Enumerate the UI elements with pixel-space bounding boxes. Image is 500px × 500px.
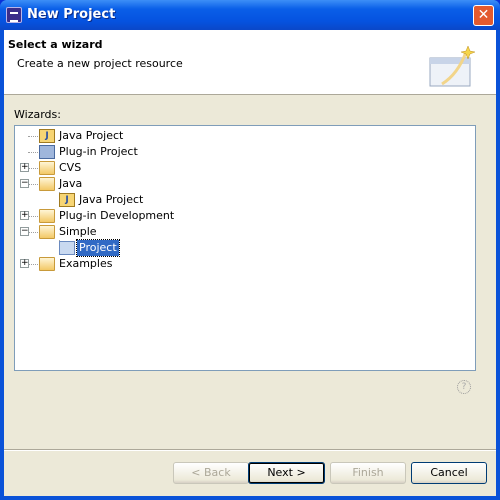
tree-item[interactable]: + CVS <box>15 160 475 176</box>
tree-item[interactable]: Plug-in Project <box>15 144 475 160</box>
tree-connector <box>28 232 38 233</box>
separator <box>4 449 496 451</box>
tree-item-label: CVS <box>59 161 82 174</box>
collapse-icon[interactable]: − <box>20 179 29 188</box>
simple-project-icon <box>59 241 75 255</box>
banner-description: Create a new project resource <box>17 57 183 70</box>
cancel-button[interactable]: Cancel <box>411 462 487 484</box>
help-icon[interactable]: ? <box>457 380 471 394</box>
tree-item[interactable]: J Java Project <box>15 192 475 208</box>
tree-item[interactable]: J Java Project <box>15 128 475 144</box>
banner-title: Select a wizard <box>8 38 103 51</box>
tree-item[interactable]: − Simple <box>15 224 475 240</box>
folder-icon <box>39 225 55 239</box>
tree-connector <box>28 136 38 137</box>
expand-icon[interactable]: + <box>20 211 29 220</box>
tree-item-label: Java Project <box>59 129 124 142</box>
java-project-icon: J <box>39 129 55 143</box>
folder-icon <box>39 177 55 191</box>
java-project-icon: J <box>59 193 75 207</box>
title-bar[interactable]: New Project ✕ <box>0 0 500 30</box>
tree-item[interactable]: − Java <box>15 176 475 192</box>
window-title: New Project <box>27 7 116 22</box>
tree-item[interactable]: Project <box>15 239 475 257</box>
tree-item[interactable]: + Plug-in Development <box>15 208 475 224</box>
tree-item-label: Simple <box>59 225 97 238</box>
tree-item-label: Plug-in Project <box>59 145 138 158</box>
collapse-icon[interactable]: − <box>20 227 29 236</box>
tree-item[interactable]: + Examples <box>15 256 475 272</box>
wizards-label: Wizards: <box>14 108 61 121</box>
tree-item-label: Project <box>76 239 120 257</box>
folder-icon <box>39 161 55 175</box>
expand-icon[interactable]: + <box>20 259 29 268</box>
tree-item-label: Examples <box>59 257 113 270</box>
close-button[interactable]: ✕ <box>473 5 494 26</box>
folder-icon <box>39 209 55 223</box>
tree-connector <box>28 216 38 217</box>
plugin-project-icon <box>39 145 55 159</box>
tree-connector <box>28 168 38 169</box>
folder-icon <box>39 257 55 271</box>
tree-item-label: Java <box>59 177 83 190</box>
wizard-banner: Select a wizard Create a new project res… <box>4 30 496 95</box>
new-project-dialog: New Project ✕ Select a wizard Create a n… <box>0 0 500 500</box>
tree-item-label: Java Project <box>79 193 144 206</box>
expand-icon[interactable]: + <box>20 163 29 172</box>
tree-connector <box>28 152 38 153</box>
dialog-body: Select a wizard Create a new project res… <box>4 30 496 496</box>
back-button[interactable]: < Back <box>173 462 249 484</box>
finish-button[interactable]: Finish <box>330 462 406 484</box>
next-button[interactable]: Next > <box>248 462 325 484</box>
tree-connector <box>28 184 38 185</box>
tree-item-label: Plug-in Development <box>59 209 175 222</box>
wizard-banner-icon <box>429 45 476 87</box>
wizards-tree[interactable]: J Java Project Plug-in Project + CVS − Java J Ja… <box>14 125 476 371</box>
tree-connector <box>28 264 38 265</box>
eclipse-icon <box>6 7 22 23</box>
